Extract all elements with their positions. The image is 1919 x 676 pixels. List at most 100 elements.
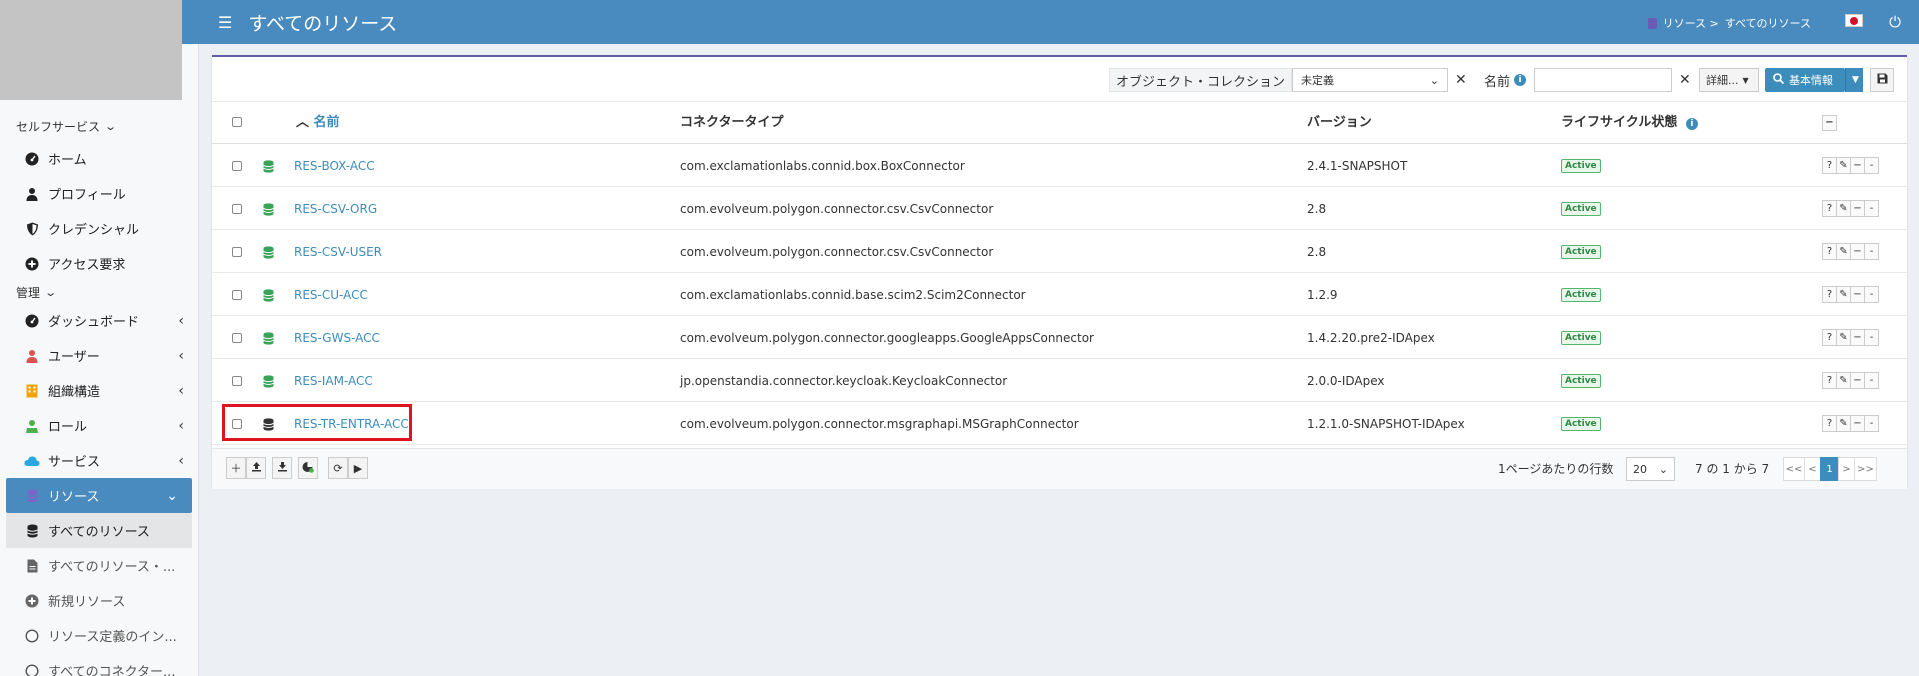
upload-button[interactable]: [246, 457, 266, 479]
section-admin[interactable]: 管理 ⌄: [0, 281, 198, 303]
breadcrumb-parent[interactable]: リソース >: [1663, 15, 1719, 31]
page-next-button[interactable]: >: [1838, 457, 1855, 481]
section-self-service[interactable]: セルフサービス ⌄: [0, 118, 198, 134]
section-admin-label: 管理: [16, 285, 41, 300]
clear-collection-button[interactable]: ✕: [1455, 68, 1467, 92]
collection-select[interactable]: 未定義 ⌄: [1292, 68, 1448, 92]
column-connector-header[interactable]: コネクタータイプ: [680, 102, 783, 144]
collapse-button[interactable]: −: [1850, 157, 1865, 174]
refresh-button[interactable]: ⟳: [328, 457, 348, 479]
table-row[interactable]: RES-IAM-ACC jp.openstandia.connector.keyc…: [212, 359, 1907, 402]
page-last-button[interactable]: >>: [1854, 457, 1877, 481]
column-lifecycle-header[interactable]: ライフサイクル状態 i: [1561, 102, 1698, 144]
resource-name-link[interactable]: RES-CU-ACC: [294, 273, 368, 316]
sidebar-item-roles[interactable]: ロール ‹: [0, 408, 198, 443]
sidebar-item-services[interactable]: サービス ‹: [0, 443, 198, 478]
menu-button[interactable]: -: [1864, 329, 1879, 346]
collapse-button[interactable]: −: [1850, 243, 1865, 260]
database-icon: [263, 159, 274, 173]
collapse-button[interactable]: −: [1850, 372, 1865, 389]
column-version-header[interactable]: バージョン: [1307, 102, 1372, 144]
resource-name-link[interactable]: RES-TR-ENTRA-ACC: [294, 402, 409, 445]
add-button[interactable]: ＋: [226, 457, 246, 479]
resource-name-link[interactable]: RES-BOX-ACC: [294, 144, 375, 187]
more-filters-button[interactable]: 詳細... ▼: [1699, 68, 1759, 92]
help-button[interactable]: ?: [1822, 329, 1837, 346]
table-row[interactable]: RES-CSV-ORG com.evolveum.polygon.connecto…: [212, 187, 1907, 230]
sidebar-item-profile[interactable]: プロフィール: [0, 176, 198, 211]
sidebar-item-access-request[interactable]: アクセス要求: [0, 246, 198, 281]
name-search-input[interactable]: [1534, 68, 1672, 92]
basic-search-dropdown[interactable]: ▼: [1845, 68, 1863, 92]
sidebar-subitem-all-resources[interactable]: すべてのリソース: [6, 513, 192, 548]
sidebar-subitem-resource-collections[interactable]: すべてのリソース・...: [0, 548, 198, 583]
row-checkbox[interactable]: [232, 246, 242, 257]
column-name-header[interactable]: ︿ 名前: [296, 102, 340, 144]
sidebar-subitem-new-resource[interactable]: 新規リソース: [0, 583, 198, 618]
clear-name-button[interactable]: ✕: [1679, 68, 1691, 92]
menu-button[interactable]: -: [1864, 243, 1879, 260]
sidebar-item-home[interactable]: ホーム: [0, 141, 198, 176]
row-checkbox[interactable]: [232, 418, 242, 429]
edit-button[interactable]: ✎: [1836, 329, 1851, 346]
edit-button[interactable]: ✎: [1836, 157, 1851, 174]
save-search-button[interactable]: [1870, 68, 1894, 92]
play-button[interactable]: ▶: [348, 457, 368, 479]
menu-button[interactable]: -: [1864, 200, 1879, 217]
sidebar-item-dashboard[interactable]: ダッシュボード ‹: [0, 303, 198, 338]
help-button[interactable]: ?: [1822, 286, 1837, 303]
menu-button[interactable]: -: [1864, 157, 1879, 174]
row-checkbox[interactable]: [232, 160, 242, 171]
help-button[interactable]: ?: [1822, 372, 1837, 389]
resource-name-link[interactable]: RES-CSV-USER: [294, 230, 382, 273]
help-button[interactable]: ?: [1822, 157, 1837, 174]
sidebar-subitem-import-definitions[interactable]: リソース定義のイン...: [0, 618, 198, 653]
report-button[interactable]: [298, 457, 318, 479]
sidebar-item-resources[interactable]: リソース ⌄: [6, 478, 192, 513]
collapse-button[interactable]: −: [1850, 415, 1865, 432]
table-row[interactable]: RES-CSV-USER com.evolveum.polygon.connect…: [212, 230, 1907, 273]
basic-search-button[interactable]: 基本情報: [1765, 68, 1845, 92]
page-prev-button[interactable]: <: [1804, 457, 1821, 481]
sidebar-item-org[interactable]: 組織構造 ‹: [0, 373, 198, 408]
sidebar-subitem-all-connectors[interactable]: すべてのコネクター...: [0, 653, 198, 676]
edit-button[interactable]: ✎: [1836, 243, 1851, 260]
edit-button[interactable]: ✎: [1836, 415, 1851, 432]
connector-type-cell: com.exclamationlabs.connid.base.scim2.Sc…: [680, 287, 1026, 302]
help-button[interactable]: ?: [1822, 243, 1837, 260]
edit-button[interactable]: ✎: [1836, 372, 1851, 389]
page-1-button[interactable]: 1: [1820, 457, 1839, 481]
collapse-button[interactable]: −: [1850, 286, 1865, 303]
collapse-button[interactable]: −: [1850, 329, 1865, 346]
table-row[interactable]: RES-CU-ACC com.exclamationlabs.connid.bas…: [212, 273, 1907, 316]
page-first-button[interactable]: <<: [1783, 457, 1805, 481]
sidebar-item-credentials[interactable]: クレデンシャル: [0, 211, 198, 246]
row-checkbox[interactable]: [232, 332, 242, 343]
menu-button[interactable]: -: [1864, 415, 1879, 432]
rows-per-page-select[interactable]: 20 ⌄: [1626, 457, 1675, 481]
menu-button[interactable]: -: [1864, 372, 1879, 389]
row-checkbox[interactable]: [232, 289, 242, 300]
power-icon[interactable]: ⏻: [1889, 13, 1901, 31]
row-checkbox[interactable]: [232, 375, 242, 386]
resource-name-link[interactable]: RES-GWS-ACC: [294, 316, 380, 359]
help-button[interactable]: ?: [1822, 200, 1837, 217]
japan-flag-icon[interactable]: [1845, 14, 1863, 27]
download-button[interactable]: [272, 457, 292, 479]
collapse-all-button[interactable]: −: [1822, 115, 1837, 131]
resource-name-link[interactable]: RES-IAM-ACC: [294, 359, 373, 402]
table-row[interactable]: RES-TR-ENTRA-ACC com.evolveum.polygon.con…: [212, 402, 1907, 445]
edit-button[interactable]: ✎: [1836, 200, 1851, 217]
sidebar-item-users[interactable]: ユーザー ‹: [0, 338, 198, 373]
row-checkbox[interactable]: [232, 203, 242, 214]
edit-button[interactable]: ✎: [1836, 286, 1851, 303]
collapse-button[interactable]: −: [1850, 200, 1865, 217]
resource-name-link[interactable]: RES-CSV-ORG: [294, 187, 377, 230]
chevron-left-icon: ‹: [178, 417, 184, 434]
select-all-checkbox[interactable]: [232, 117, 242, 127]
table-row[interactable]: RES-GWS-ACC com.evolveum.polygon.connecto…: [212, 316, 1907, 359]
help-button[interactable]: ?: [1822, 415, 1837, 432]
menu-toggle-icon[interactable]: ☰: [218, 13, 232, 32]
table-row[interactable]: RES-BOX-ACC com.exclamationlabs.connid.bo…: [212, 144, 1907, 187]
menu-button[interactable]: -: [1864, 286, 1879, 303]
